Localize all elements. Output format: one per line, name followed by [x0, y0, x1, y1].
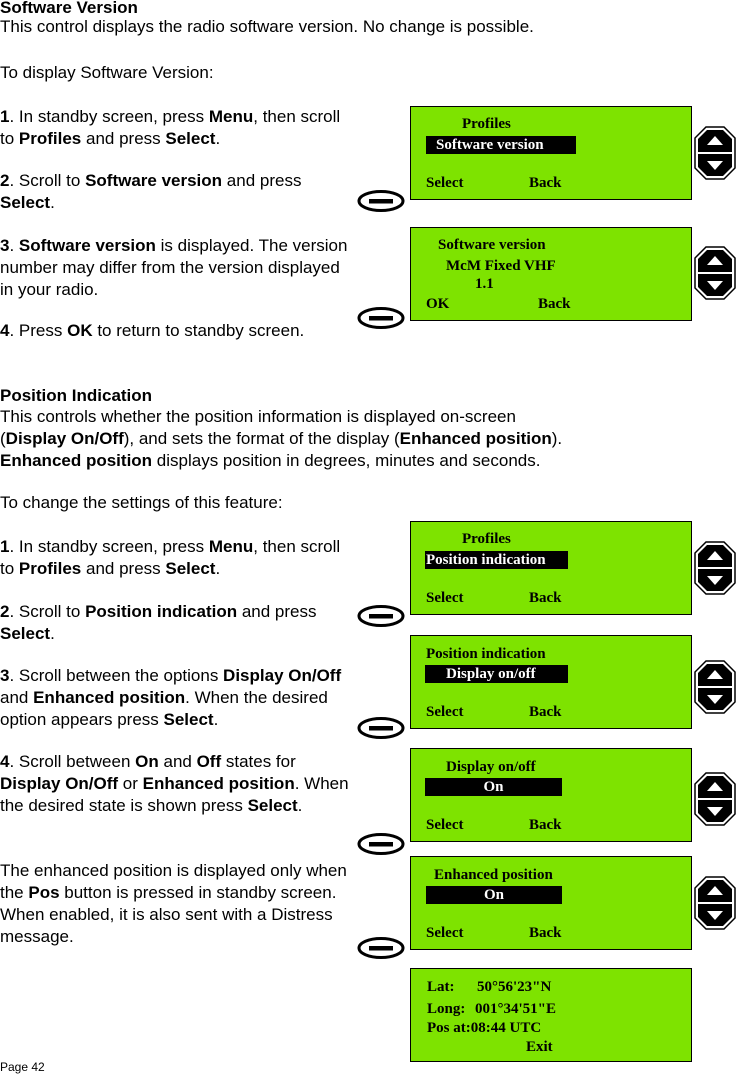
scroll-key-icon[interactable] — [694, 246, 736, 300]
lcd-screen-enhanced-position: Enhanced position On Select Back — [410, 856, 692, 950]
lcd-screen-software-version: Software version McM Fixed VHF 1.1 OK Ba… — [410, 227, 692, 321]
note-line-4: message. — [0, 927, 74, 946]
software-lead: To display Software Version: — [0, 63, 214, 82]
scroll-key-icon[interactable] — [694, 772, 736, 826]
softkey-button-icon[interactable] — [357, 604, 405, 628]
lcd-screen-profiles-position: Profiles Position indication Select Back — [410, 521, 692, 615]
lcd-screen-position-readout: Lat: 50°56'23"N Long: 001°34'51"E Pos at… — [410, 968, 692, 1062]
lcd-highlighted-item: Software version — [426, 136, 576, 154]
softkey-button-icon[interactable] — [357, 189, 405, 213]
lcd-title: Software version — [438, 237, 546, 253]
pos-step-1-line-1: 1. In standby screen, press Menu, then s… — [0, 537, 341, 556]
position-intro-line-3: Enhanced position displays position in d… — [0, 451, 541, 470]
lcd-softkey-right: Back — [529, 925, 562, 941]
lcd-long-label: Long: — [427, 1001, 466, 1017]
scroll-key-icon[interactable] — [694, 126, 736, 180]
lcd-product-name: McM Fixed VHF — [446, 258, 556, 274]
position-intro-line-2: (Display On/Off), and sets the format of… — [0, 429, 563, 448]
lcd-highlighted-item: On — [425, 778, 562, 796]
sw-step-1-line-1: 1. In standby screen, press Menu, then s… — [0, 107, 341, 126]
lcd-pos-at: Pos at:08:44 UTC — [427, 1020, 542, 1036]
pos-step-2-line-1: 2. Scroll to Position indication and pre… — [0, 602, 317, 621]
lcd-highlighted-item: Position indication — [425, 551, 568, 569]
lcd-title: Display on/off — [446, 759, 536, 775]
sw-step-1-line-2: to Profiles and press Select. — [0, 129, 221, 148]
sw-step-3-line-1: 3. Software version is displayed. The ve… — [0, 236, 348, 255]
lcd-softkey-left: Select — [426, 817, 464, 833]
pos-step-1-line-2: to Profiles and press Select. — [0, 559, 221, 578]
lcd-title: Position indication — [426, 646, 546, 662]
lcd-softkey-exit: Exit — [526, 1039, 553, 1055]
scroll-key-icon[interactable] — [694, 876, 736, 930]
lcd-softkey-left: Select — [426, 925, 464, 941]
lcd-lat-label: Lat: — [427, 979, 455, 995]
lcd-softkey-left: Select — [426, 175, 464, 191]
softkey-button-icon[interactable] — [357, 936, 405, 960]
softkey-button-icon[interactable] — [357, 716, 405, 740]
sw-step-4: 4. Press OK to return to standby screen. — [0, 321, 305, 340]
lcd-title: Enhanced position — [434, 867, 553, 883]
scroll-key-icon[interactable] — [694, 660, 736, 714]
lcd-lat-value: 50°56'23"N — [477, 979, 552, 995]
softkey-button-icon[interactable] — [357, 306, 405, 330]
pos-step-4-line-3: the desired state is shown press Select. — [0, 796, 303, 815]
lcd-title: Profiles — [462, 116, 511, 132]
lcd-long-value: 001°34'51"E — [475, 1001, 556, 1017]
lcd-screen-position-indication: Position indication Display on/off Selec… — [410, 635, 692, 729]
page-number: Page 42 — [0, 1060, 45, 1074]
position-intro-line-1: This controls whether the position infor… — [0, 407, 516, 426]
pos-step-3-line-1: 3. Scroll between the options Display On… — [0, 666, 342, 685]
section-heading-position-indication: Position Indication — [0, 386, 153, 405]
sw-step-2-line-1: 2. Scroll to Software version and press — [0, 171, 302, 190]
lcd-highlighted-item: On — [426, 886, 562, 904]
pos-step-3-line-2: and Enhanced position. When the desired — [0, 688, 328, 707]
note-line-1: The enhanced position is displayed only … — [0, 861, 347, 880]
lcd-softkey-right: Back — [529, 704, 562, 720]
sw-step-3-line-3: in your radio. — [0, 280, 99, 299]
sw-step-3-line-2: number may differ from the version displ… — [0, 258, 340, 277]
scroll-key-icon[interactable] — [694, 541, 736, 595]
pos-step-4-line-1: 4. Scroll between On and Off states for — [0, 752, 296, 771]
lcd-screen-display-on-off: Display on/off On Select Back — [410, 748, 692, 842]
position-lead: To change the settings of this feature: — [0, 493, 283, 512]
software-intro: This control displays the radio software… — [0, 17, 534, 36]
sw-step-2-line-2: Select. — [0, 193, 55, 212]
softkey-button-icon[interactable] — [357, 832, 405, 856]
lcd-softkey-left: Select — [426, 704, 464, 720]
lcd-softkey-right: Back — [538, 296, 571, 312]
pos-step-3-line-3: option appears press Select. — [0, 710, 219, 729]
lcd-softkey-right: Back — [529, 590, 562, 606]
lcd-softkey-right: Back — [529, 175, 562, 191]
lcd-softkey-left: OK — [426, 296, 450, 312]
note-line-2: the Pos button is pressed in standby scr… — [0, 883, 337, 902]
lcd-title: Profiles — [462, 531, 511, 547]
lcd-softkey-right: Back — [529, 817, 562, 833]
lcd-version-number: 1.1 — [475, 276, 494, 292]
lcd-screen-profiles-software: Profiles Software version Select Back — [410, 106, 692, 200]
lcd-softkey-left: Select — [426, 590, 464, 606]
pos-step-4-line-2: Display On/Off or Enhanced position. Whe… — [0, 774, 349, 793]
pos-step-2-line-2: Select. — [0, 624, 55, 643]
lcd-highlighted-item: Display on/off — [425, 665, 568, 683]
note-line-3: When enabled, it is also sent with a Dis… — [0, 905, 333, 924]
